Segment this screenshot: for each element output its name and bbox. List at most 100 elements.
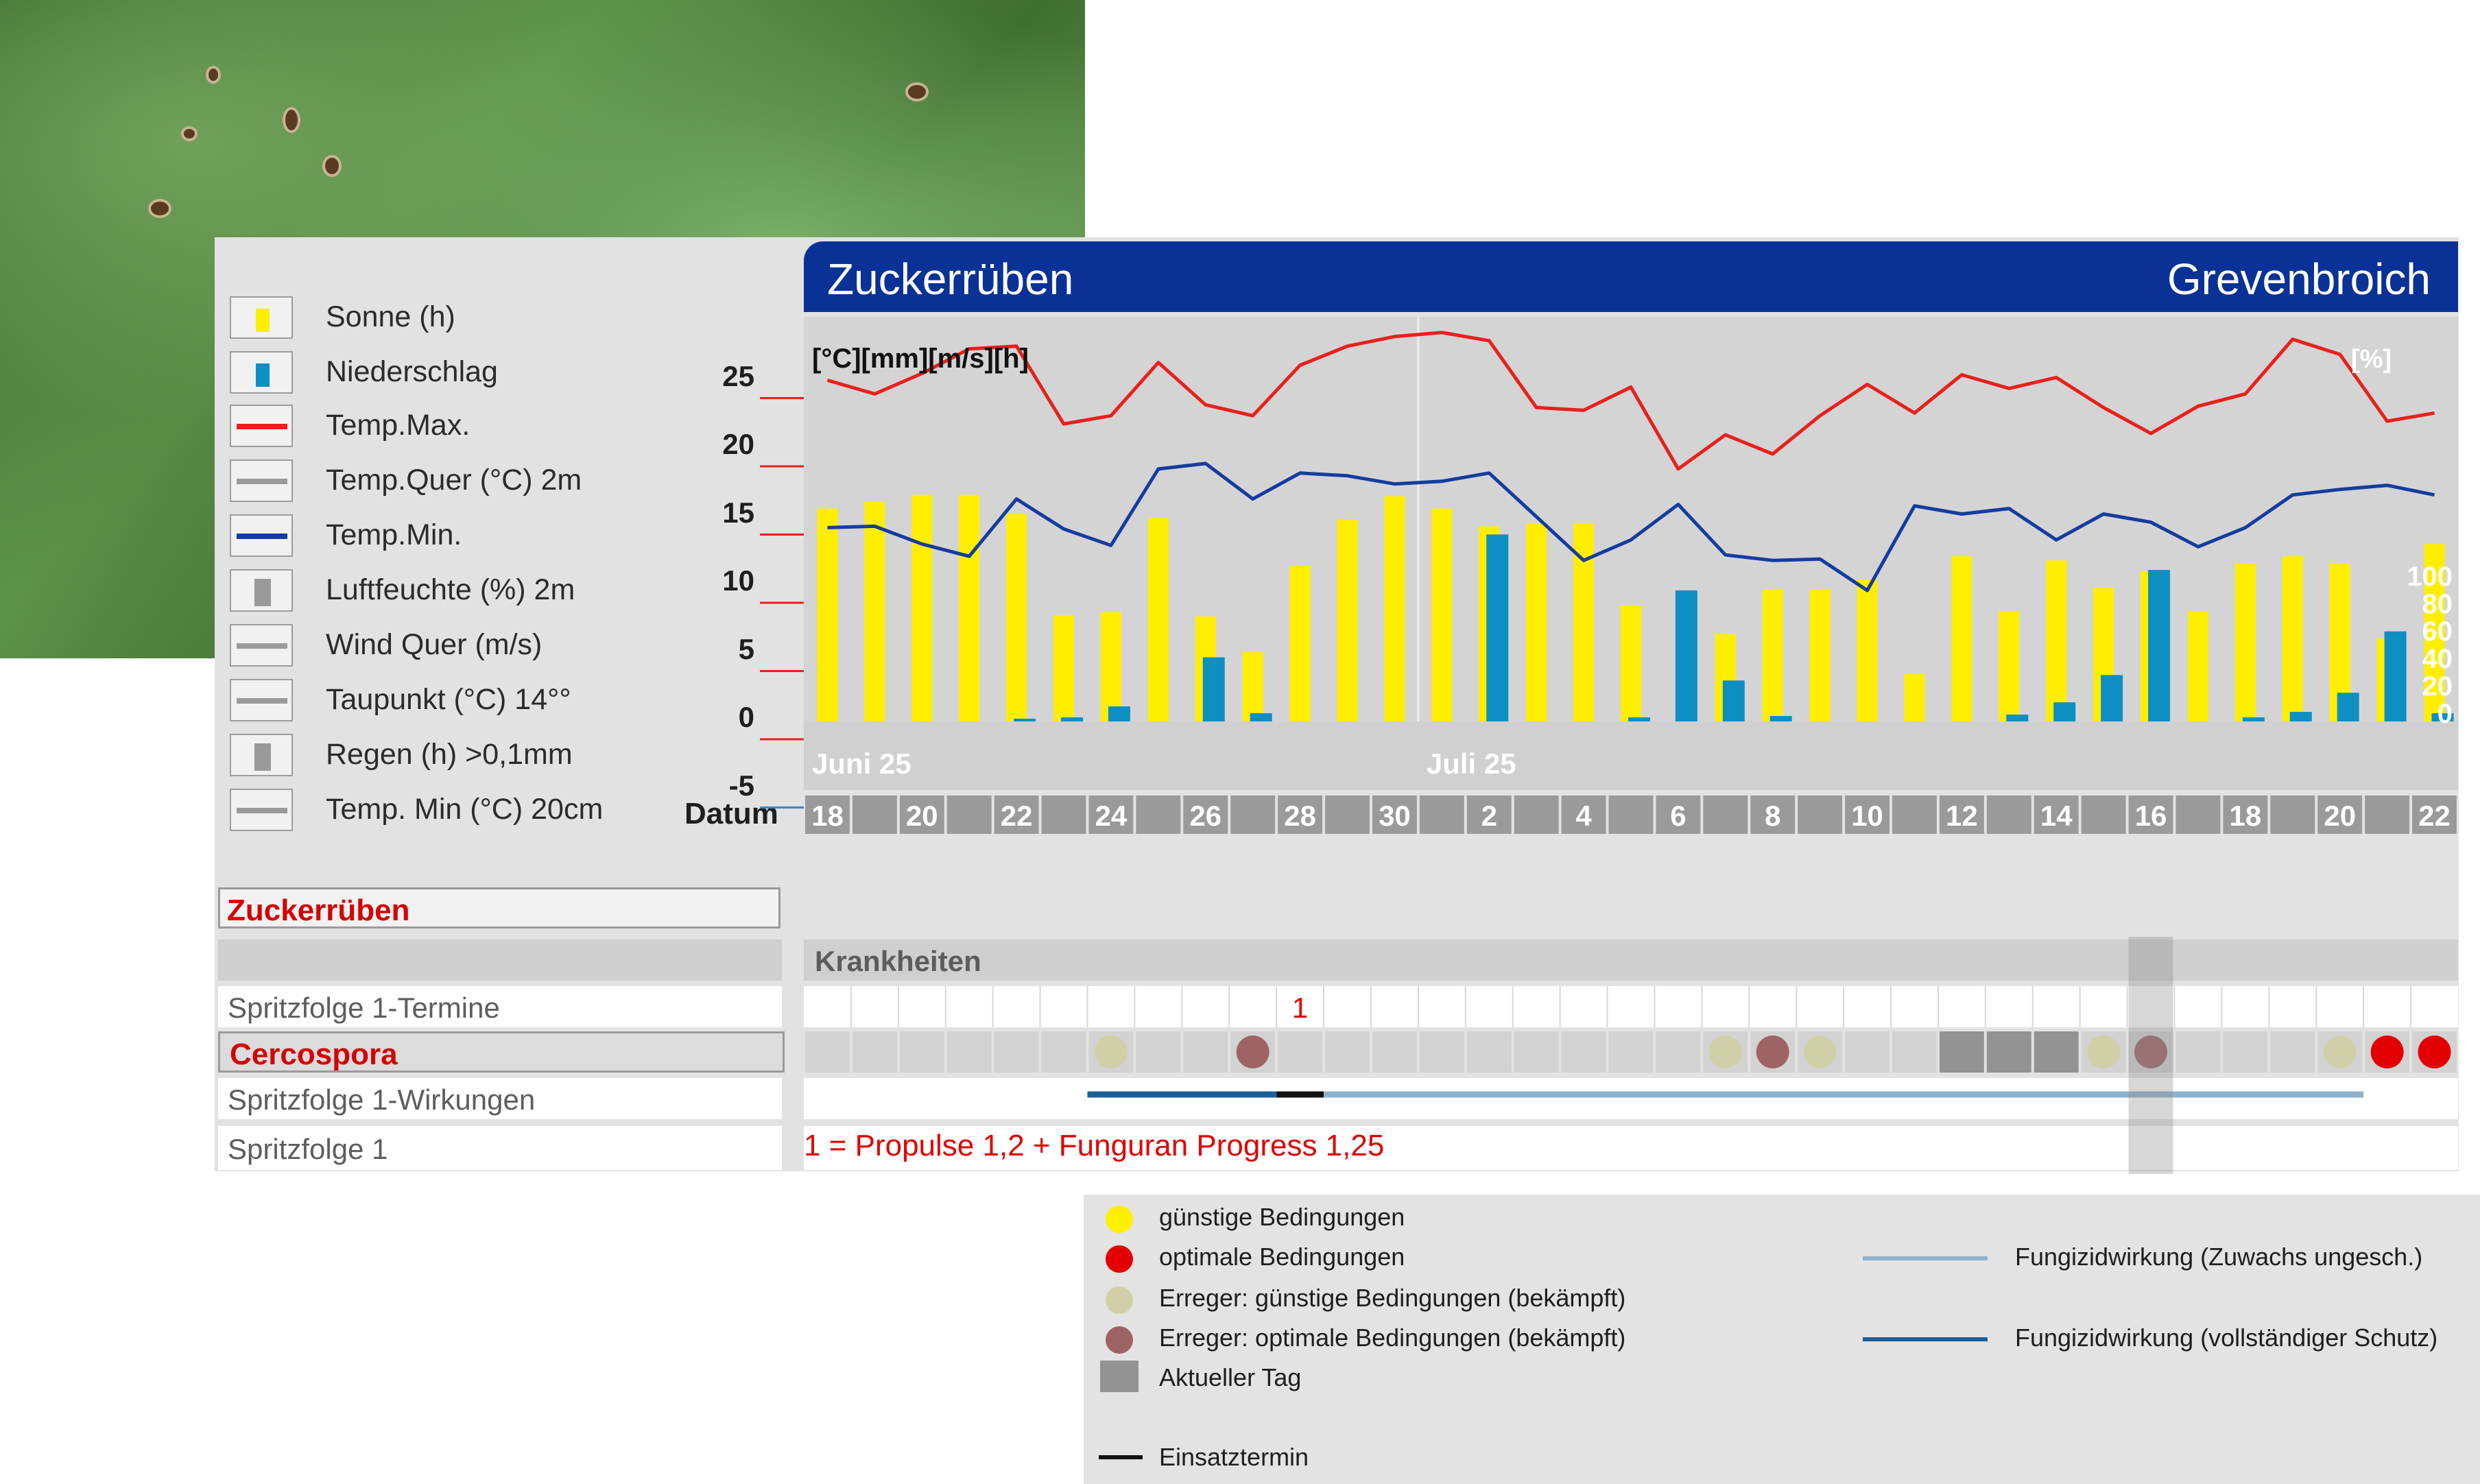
cercospora-cell [1986, 1031, 2031, 1073]
risk-dot [1094, 1036, 1128, 1068]
risk-dot [1756, 1036, 1789, 1068]
date-label: 2 [1481, 800, 1497, 832]
month-label: Juni 25 [812, 747, 911, 780]
cercospora-cell [1608, 1031, 1654, 1073]
rain-bar [1675, 590, 1697, 721]
rain-bar [2384, 631, 2407, 721]
red-line-icon [230, 405, 293, 447]
sun-bar [817, 508, 838, 721]
date-label: 18 [811, 800, 844, 832]
date-label: 24 [1095, 800, 1128, 832]
units-label: [°C][mm][m/s][h] [812, 344, 1029, 374]
y2-tick-label: 100 [2407, 562, 2453, 592]
date-cell [1041, 795, 1086, 834]
rain-bar [1108, 706, 1130, 721]
cercospora-cell [2270, 1031, 2315, 1073]
black-line-icon [1099, 1455, 1143, 1459]
y-tick-label: 15 [722, 496, 754, 529]
legend-item: Sonne (h) [230, 296, 737, 339]
sun-bar [2282, 556, 2303, 721]
crop-name-label: Zuckerrüben [218, 887, 780, 929]
yellow-bar-icon [230, 296, 293, 339]
legend-item: Temp.Max. [230, 405, 737, 447]
y-tick-label: 20 [722, 428, 754, 460]
section-label-blank [218, 940, 782, 981]
sun-bar [864, 501, 885, 721]
legend-label: Wind Quer (m/s) [326, 628, 542, 661]
date-label: 22 [1001, 800, 1033, 832]
date-cell [1325, 795, 1370, 834]
current-day-column [2128, 937, 2173, 1174]
grey-square-icon [1100, 1361, 1138, 1392]
risk-dot [2370, 1036, 2404, 1068]
legend-item: Temp.Quer (°C) 2m [230, 459, 737, 502]
sun-bar [1809, 588, 1831, 721]
spray-date-marker: 1 [1292, 992, 1308, 1024]
date-label: 6 [1670, 800, 1686, 832]
cercospora-cell [1939, 1031, 1984, 1073]
sun-bar [1289, 566, 1311, 721]
legend-favorable-label: günstige Bedingungen [1159, 1203, 1405, 1231]
rain-bar [1769, 716, 1792, 721]
date-cell [1136, 795, 1181, 834]
rain-bar [2337, 693, 2359, 721]
cercospora-cell [1466, 1031, 1512, 1073]
cercospora-cell [1278, 1031, 1323, 1073]
cercospora-cell [1136, 1031, 1181, 1073]
sun-bar [1526, 523, 1547, 721]
legend-favorable: günstige Bedingungen [1084, 1200, 1701, 1234]
date-cell [1419, 795, 1464, 834]
date-label: 22 [2418, 800, 2451, 832]
grey-line-icon [230, 459, 293, 502]
grey-bar-icon [230, 734, 293, 776]
y2-tick-label: 0 [2437, 699, 2453, 729]
weather-chart: [°C][mm][m/s][h] [%]100806040200Juni 25 Ju… [760, 317, 2458, 834]
grey-line-icon [230, 679, 293, 721]
beige-dot-icon [1106, 1286, 1133, 1314]
y-tick-label: 0 [738, 701, 754, 733]
date-label: 16 [2135, 800, 2167, 832]
legend-label: Sonne (h) [326, 300, 455, 333]
cercospora-cell [1561, 1031, 1606, 1073]
rain-bar [1061, 717, 1084, 721]
legend-label: Temp.Max. [326, 409, 470, 442]
date-label: 4 [1575, 800, 1592, 832]
cercospora-cell [1183, 1031, 1228, 1073]
date-label: 10 [1851, 800, 1883, 832]
grey-line-icon [230, 624, 293, 667]
row-label-wirkungen: Spritzfolge 1-Wirkungen [218, 1078, 782, 1119]
rain-bar [2242, 717, 2265, 721]
date-label: 30 [1379, 800, 1411, 832]
date-cell [946, 795, 992, 834]
yellow-dot-icon [1106, 1206, 1133, 1233]
legend-label: Temp.Min. [326, 518, 462, 551]
sun-bar [911, 494, 933, 721]
y2-tick-label: 80 [2422, 589, 2453, 619]
cercospora-cell [1372, 1031, 1417, 1073]
grey-line-icon [230, 789, 293, 831]
cercospora-cell [852, 1031, 897, 1073]
risk-dot [1708, 1036, 1742, 1068]
rain-bar [2053, 702, 2076, 721]
row-label-cercospora: Cercospora [218, 1031, 785, 1073]
legend-optimal-label: optimale Bedingungen [1159, 1243, 1405, 1271]
grey-bar-icon [230, 569, 293, 612]
legend-fungicide-full: Fungizidwirkung (vollständiger Schutz) [1863, 1321, 2466, 1355]
blue-bar-icon [230, 351, 293, 394]
sun-bar [2234, 563, 2256, 721]
legend-application-label: Einsatztermin [1159, 1443, 1309, 1471]
date-cell [1892, 795, 1937, 834]
title-bar: Zuckerrüben Grevenbroich [804, 241, 2458, 312]
legend-fungicide-full-label: Fungizidwirkung (vollständiger Schutz) [2015, 1324, 2438, 1352]
date-cell [2365, 795, 2410, 834]
termine-row [804, 986, 2458, 1027]
y-tick-label: 25 [722, 359, 754, 392]
cercospora-cell [805, 1031, 850, 1073]
cercospora-cell [899, 1031, 944, 1073]
date-label: 18 [2230, 800, 2262, 832]
sun-bar [1857, 579, 1878, 721]
wirkungen-row [804, 1078, 2458, 1119]
date-cell [1608, 795, 1654, 834]
brown-dot-icon [1106, 1326, 1133, 1354]
cercospora-cell [2034, 1031, 2079, 1073]
